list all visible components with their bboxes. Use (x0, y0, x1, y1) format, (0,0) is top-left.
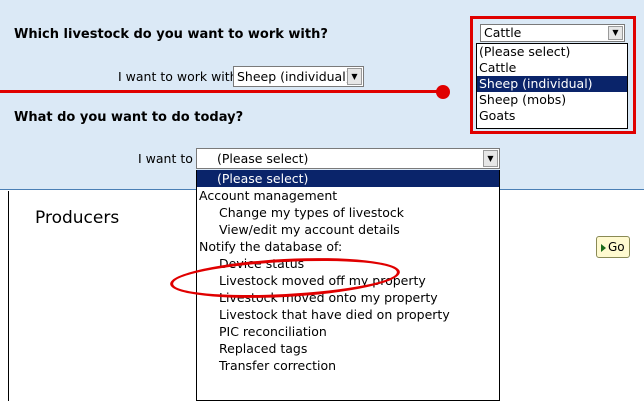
task-option-transfer-correction[interactable]: Transfer correction (197, 357, 499, 374)
chevron-down-icon[interactable]: ▼ (347, 68, 362, 85)
producers-label: Producers (35, 208, 120, 228)
livestock-heading: Which livestock do you want to work with… (14, 27, 328, 42)
task-option-died-on-property[interactable]: Livestock that have died on property (197, 306, 499, 323)
task-select[interactable]: (Please select) ▼ (196, 148, 500, 169)
go-button-label: Go (608, 240, 625, 254)
livestock-row-label: I want to work with (118, 69, 238, 84)
task-heading: What do you want to do today? (14, 110, 244, 125)
livestock-select-value: Sheep (individual) (237, 69, 351, 84)
left-divider (8, 191, 9, 401)
task-option-change-livestock-types[interactable]: Change my types of livestock (197, 204, 499, 221)
livestock-select[interactable]: Sheep (individual) ▼ (233, 66, 364, 87)
task-group-notify-database: Notify the database of: (199, 239, 343, 254)
callout-connector-line (0, 90, 443, 93)
task-group-account-management: Account management (199, 188, 338, 203)
callout-highlight-box (470, 16, 636, 134)
play-arrow-icon (601, 243, 606, 252)
task-option-replaced-tags[interactable]: Replaced tags (197, 340, 499, 357)
chevron-down-icon[interactable]: ▼ (483, 150, 498, 167)
task-option-pic-reconciliation[interactable]: PIC reconciliation (197, 323, 499, 340)
go-button[interactable]: Go (596, 236, 630, 258)
task-option-please-select[interactable]: (Please select) (197, 170, 499, 187)
callout-connector-dot (436, 85, 450, 99)
task-select-value: (Please select) (217, 151, 309, 166)
task-row-label: I want to (138, 151, 193, 166)
task-option-view-edit-account[interactable]: View/edit my account details (197, 221, 499, 238)
